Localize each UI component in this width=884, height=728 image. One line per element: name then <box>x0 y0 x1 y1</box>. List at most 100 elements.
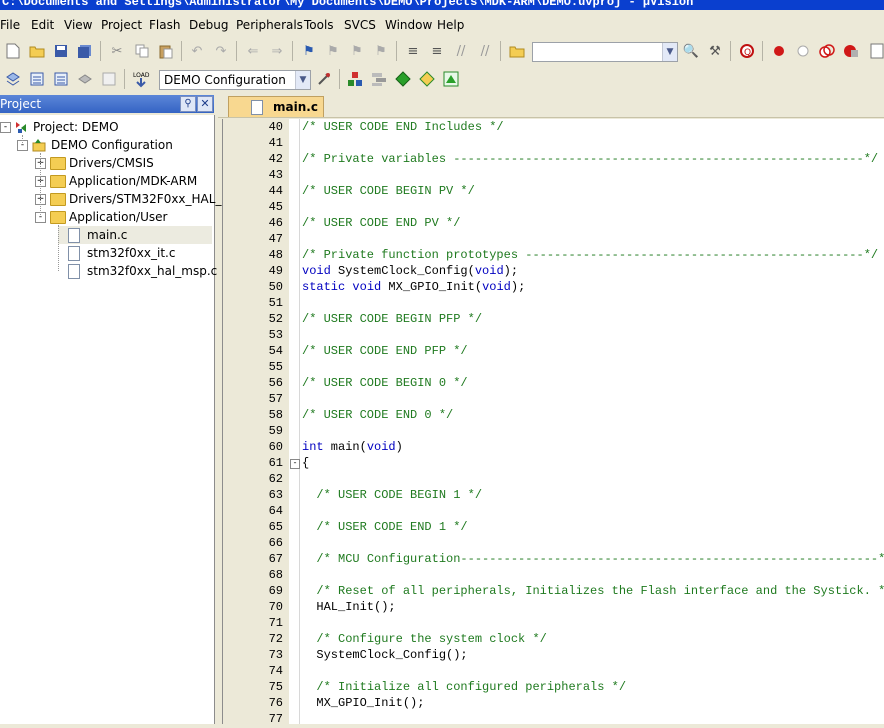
code-line[interactable]: 54 /* USER CODE END PFP */ <box>223 344 884 360</box>
pack-installer-icon[interactable] <box>418 70 436 88</box>
unindent-icon[interactable]: ≡ <box>428 42 446 60</box>
stop-build-icon[interactable] <box>100 70 118 88</box>
code-line[interactable]: 62 <box>223 472 884 488</box>
code-line[interactable]: 72 /* Configure the system clock */ <box>223 632 884 648</box>
code-line[interactable]: 71 <box>223 616 884 632</box>
code-line[interactable]: 40 /* USER CODE END Includes */ <box>223 120 884 136</box>
close-icon[interactable]: ✕ <box>197 96 213 112</box>
code-line[interactable]: 58 /* USER CODE END 0 */ <box>223 408 884 424</box>
tree-item-file[interactable]: stm32f0xx_hal_msp.c <box>58 262 217 280</box>
find-icon[interactable]: 🔍 <box>682 42 700 60</box>
code-line[interactable]: 51 <box>223 296 884 312</box>
code-line[interactable]: 74 <box>223 664 884 680</box>
debug-session-icon[interactable]: Q <box>738 42 756 60</box>
code-line[interactable]: 61-{ <box>223 456 884 472</box>
code-line[interactable]: 63 /* USER CODE BEGIN 1 */ <box>223 488 884 504</box>
collapse-toggle-icon[interactable]: - <box>0 122 11 133</box>
target-options-icon[interactable] <box>315 70 333 88</box>
code-line[interactable]: 50 static void MX_GPIO_Init(void); <box>223 280 884 296</box>
breakpoint-insert-icon[interactable] <box>770 42 788 60</box>
code-line[interactable]: 75 /* Initialize all configured peripher… <box>223 680 884 696</box>
code-line[interactable]: 53 <box>223 328 884 344</box>
code-line[interactable]: 43 <box>223 168 884 184</box>
menu-help[interactable]: Help <box>437 18 464 32</box>
rte-icon[interactable] <box>442 70 460 88</box>
breakpoint-disable-all-icon[interactable] <box>818 42 836 60</box>
chevron-down-icon[interactable]: ▼ <box>295 71 310 89</box>
code-line[interactable]: 76 MX_GPIO_Init(); <box>223 696 884 712</box>
code-line[interactable]: 73 SystemClock_Config(); <box>223 648 884 664</box>
code-line[interactable]: 41 <box>223 136 884 152</box>
code-line[interactable]: 52 /* USER CODE BEGIN PFP */ <box>223 312 884 328</box>
menu-edit[interactable]: Edit <box>31 18 54 32</box>
code-line[interactable]: 59 <box>223 424 884 440</box>
code-line[interactable]: 60 int main(void) <box>223 440 884 456</box>
code-line[interactable]: 47 <box>223 232 884 248</box>
menu-svcs[interactable]: SVCS <box>344 18 376 32</box>
bookmark-clear-icon[interactable]: ⚑ <box>372 42 390 60</box>
code-line[interactable]: 45 <box>223 200 884 216</box>
find-in-files-icon[interactable] <box>508 42 526 60</box>
tree-item-target[interactable]: - DEMO Configuration <box>0 136 214 154</box>
code-line[interactable]: 56 /* USER CODE BEGIN 0 */ <box>223 376 884 392</box>
download-load-icon[interactable]: LOAD <box>132 70 150 88</box>
code-line[interactable]: 64 <box>223 504 884 520</box>
rebuild-icon[interactable] <box>52 70 70 88</box>
code-line[interactable]: 44 /* USER CODE BEGIN PV */ <box>223 184 884 200</box>
batch-build-icon[interactable] <box>76 70 94 88</box>
tree-item-file-selected[interactable]: main.c <box>58 226 212 244</box>
save-icon[interactable] <box>52 42 70 60</box>
find-combo[interactable]: ▼ <box>532 42 678 62</box>
bookmark-next-icon[interactable]: ⚑ <box>348 42 366 60</box>
code-line[interactable]: 66 <box>223 536 884 552</box>
code-line[interactable]: 57 <box>223 392 884 408</box>
comment-icon[interactable]: // <box>452 42 470 60</box>
code-line[interactable]: 49 void SystemClock_Config(void); <box>223 264 884 280</box>
undo-icon[interactable]: ↶ <box>188 42 206 60</box>
code-line[interactable]: 67 /* MCU Configuration-----------------… <box>223 552 884 568</box>
tree-item-group[interactable]: + Drivers/CMSIS <box>0 154 214 172</box>
code-line[interactable]: 55 <box>223 360 884 376</box>
menu-tools[interactable]: Tools <box>304 18 334 32</box>
code-line[interactable]: 77 <box>223 712 884 728</box>
new-file-icon[interactable] <box>4 42 22 60</box>
target-select[interactable]: DEMO Configuration ▼ <box>159 70 311 90</box>
cut-icon[interactable]: ✂ <box>108 42 126 60</box>
configure-icon[interactable] <box>870 42 884 60</box>
tab-main-c[interactable]: main.c <box>228 96 324 117</box>
menu-view[interactable]: View <box>64 18 92 32</box>
file-extensions-icon[interactable] <box>346 70 364 88</box>
code-line[interactable]: 48 /* Private function prototypes -------… <box>223 248 884 264</box>
tree-item-file[interactable]: stm32f0xx_it.c <box>58 244 212 262</box>
menu-peripherals[interactable]: Peripherals <box>236 18 303 32</box>
code-line[interactable]: 70 HAL_Init(); <box>223 600 884 616</box>
open-folder-icon[interactable] <box>28 42 46 60</box>
code-editor[interactable]: 40 /* USER CODE END Includes */ 41 42 /* Pri… <box>222 119 884 726</box>
fold-toggle-icon[interactable]: - <box>290 459 300 469</box>
uncomment-icon[interactable]: // <box>476 42 494 60</box>
navigate-back-icon[interactable]: ⇐ <box>244 42 262 60</box>
menu-window[interactable]: Window <box>385 18 432 32</box>
code-line[interactable]: 65 /* USER CODE END 1 */ <box>223 520 884 536</box>
menu-debug[interactable]: Debug <box>189 18 228 32</box>
build-icon[interactable] <box>28 70 46 88</box>
incremental-find-icon[interactable]: ⚒ <box>706 42 724 60</box>
tree-item-project[interactable]: - Project: DEMO <box>0 118 214 136</box>
code-line[interactable]: 68 <box>223 568 884 584</box>
menu-file[interactable]: File <box>0 18 20 32</box>
tree-item-group[interactable]: + Application/MDK-ARM <box>0 172 214 190</box>
manage-components-icon[interactable] <box>370 70 388 88</box>
breakpoint-kill-all-icon[interactable] <box>842 42 860 60</box>
green-diamond-icon[interactable] <box>394 70 412 88</box>
code-line[interactable]: 69 /* Reset of all peripherals, Initiali… <box>223 584 884 600</box>
menu-flash[interactable]: Flash <box>149 18 180 32</box>
menu-project[interactable]: Project <box>101 18 142 32</box>
redo-icon[interactable]: ↷ <box>212 42 230 60</box>
copy-icon[interactable] <box>133 42 151 60</box>
bookmark-toggle-icon[interactable]: ⚑ <box>300 42 318 60</box>
tree-item-group[interactable]: - Application/User <box>0 208 214 226</box>
save-all-icon[interactable] <box>76 42 94 60</box>
tree-item-group[interactable]: + Drivers/STM32F0xx_HAL_[ <box>0 190 226 208</box>
code-line[interactable]: 46 /* USER CODE END PV */ <box>223 216 884 232</box>
translate-icon[interactable] <box>4 70 22 88</box>
